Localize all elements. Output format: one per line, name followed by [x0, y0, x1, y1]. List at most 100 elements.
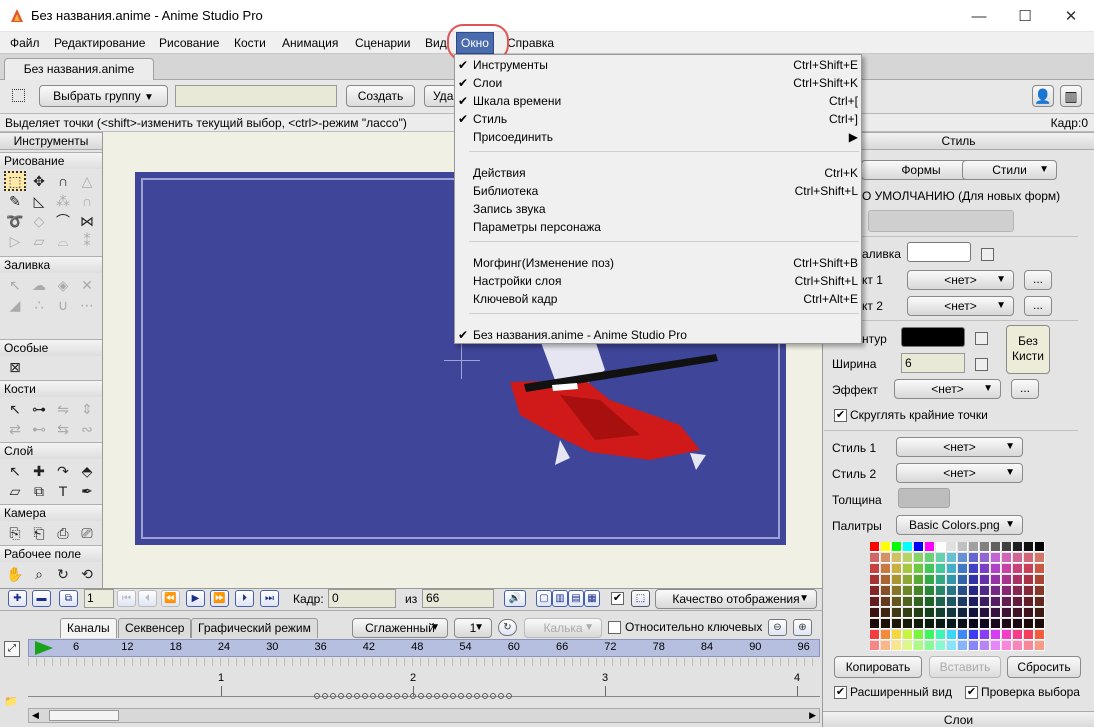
layer-pointer-icon[interactable]: ↖ [4, 461, 26, 481]
sound-icon[interactable]: 🔊 [504, 590, 526, 607]
palette-swatch[interactable] [1024, 564, 1034, 574]
palette-swatch[interactable] [947, 630, 957, 640]
palette-swatch[interactable] [903, 575, 913, 585]
style1-dropdown[interactable]: <нет> ▼ [896, 437, 1023, 457]
step-forward-icon[interactable]: ⏵ [235, 590, 254, 607]
palette-swatch[interactable] [1035, 641, 1045, 651]
palette-swatch[interactable] [980, 586, 990, 596]
palette-swatch[interactable] [881, 586, 891, 596]
palette-swatch[interactable] [1024, 553, 1034, 563]
palette-swatch[interactable] [881, 608, 891, 618]
extended-view-checkbox[interactable]: ✔ [834, 686, 847, 699]
palette-swatch[interactable] [892, 553, 902, 563]
palette-swatch[interactable] [991, 564, 1001, 574]
interval-dropdown[interactable]: 1 ▼ [454, 618, 492, 638]
palette-swatch[interactable] [947, 553, 957, 563]
relative-keys-checkbox[interactable] [608, 621, 621, 634]
outline-checkbox[interactable] [975, 332, 988, 345]
palette-swatch[interactable] [903, 641, 913, 651]
bone-strength-icon[interactable]: ⇕ [76, 399, 98, 419]
palette-swatch[interactable] [914, 630, 924, 640]
stroke-exposure-icon[interactable]: ∪ [52, 295, 74, 315]
palette-swatch[interactable] [936, 553, 946, 563]
palette-swatch[interactable] [914, 608, 924, 618]
current-frame-field[interactable]: 1 [84, 589, 114, 608]
hide-edge-tool-icon[interactable]: ∴ [28, 295, 50, 315]
palette-swatch[interactable] [925, 564, 935, 574]
palette-swatch[interactable] [991, 641, 1001, 651]
manipulate-bones-icon[interactable]: ⇄ [4, 419, 26, 439]
pen-icon[interactable]: ✎ [4, 191, 26, 211]
palette-swatch[interactable] [925, 586, 935, 596]
create-button[interactable]: Создать [346, 85, 415, 107]
palette-swatch[interactable] [958, 641, 968, 651]
width-field[interactable]: 6 [901, 353, 965, 373]
tab-sequencer[interactable]: Секвенсер [118, 618, 192, 638]
quad-view-icon[interactable]: ▦ [584, 590, 600, 607]
roll-camera-icon[interactable]: ⎙ [52, 523, 74, 543]
palette-swatch[interactable] [1035, 630, 1045, 640]
translate-points-icon[interactable]: ✥ [28, 171, 50, 191]
onion-skin-dropdown[interactable]: Калька ▼ [524, 618, 602, 638]
library-icon[interactable]: ▥ [1060, 85, 1082, 107]
palette-swatch[interactable] [892, 575, 902, 585]
reparent-bone-icon[interactable]: ⇋ [52, 399, 74, 419]
palette-swatch[interactable] [925, 608, 935, 618]
palette-swatch[interactable] [980, 597, 990, 607]
fill-effect2-dropdown[interactable]: <нет> ▼ [907, 296, 1014, 316]
cycle-icon[interactable]: ↻ [498, 619, 517, 636]
palette-swatch[interactable] [969, 597, 979, 607]
window-menu-item[interactable]: ✔ Стиль Ctrl+] [455, 110, 861, 128]
palette-swatch[interactable] [892, 608, 902, 618]
next-key-icon[interactable]: ⏩ [210, 590, 229, 607]
palette-swatch[interactable] [1013, 575, 1023, 585]
palette-swatch[interactable] [980, 553, 990, 563]
palette-swatch[interactable] [958, 597, 968, 607]
palette-swatch[interactable] [925, 575, 935, 585]
select-group-button[interactable]: Выбрать группу ▼ [39, 85, 168, 107]
palette-swatch[interactable] [870, 608, 880, 618]
bind-points-icon[interactable]: ⇆ [52, 419, 74, 439]
palette-swatch[interactable] [881, 564, 891, 574]
palette-swatch[interactable] [936, 597, 946, 607]
remove-layer-icon[interactable]: ▬ [32, 590, 51, 607]
palette-swatch[interactable] [892, 586, 902, 596]
delete-button[interactable]: Уда [424, 85, 456, 107]
fill-effect1-options-button[interactable]: ... [1024, 270, 1052, 290]
palette-swatch[interactable] [870, 553, 880, 563]
palette-swatch[interactable] [1024, 619, 1034, 629]
duplicate-layer-icon[interactable]: ⧉ [59, 590, 78, 607]
palette-swatch[interactable] [1024, 597, 1034, 607]
palette-swatch[interactable] [881, 542, 891, 552]
palette-swatch[interactable] [881, 630, 891, 640]
zoom-icon[interactable]: ⌕ [28, 564, 50, 584]
palette-swatch[interactable] [936, 608, 946, 618]
split-view-icon[interactable]: ▥ [552, 590, 568, 607]
select-bone-icon[interactable]: ↖ [4, 399, 26, 419]
palette-swatch[interactable] [1002, 575, 1012, 585]
palette-swatch[interactable] [881, 575, 891, 585]
palette-swatch[interactable] [1035, 597, 1045, 607]
palette-swatch[interactable] [870, 597, 880, 607]
palette-swatch[interactable] [1013, 608, 1023, 618]
palette-swatch[interactable] [980, 641, 990, 651]
style2-dropdown[interactable]: <нет> ▼ [896, 463, 1023, 483]
window-menu-item[interactable]: Настройки слоя Ctrl+Shift+L [455, 272, 861, 290]
menu-bones[interactable]: Кости [230, 32, 270, 54]
close-button[interactable]: ✕ [1048, 0, 1094, 32]
shape-icon[interactable]: ◺ [28, 191, 50, 211]
palette-dropdown[interactable]: Basic Colors.png ▼ [896, 515, 1023, 535]
palette-swatch[interactable] [980, 630, 990, 640]
outline-color-swatch[interactable] [901, 327, 965, 347]
palette-swatch[interactable] [947, 597, 957, 607]
check-selection-checkbox[interactable]: ✔ [965, 686, 978, 699]
window-menu-item[interactable]: Запись звука [455, 200, 861, 218]
palette-swatch[interactable] [1035, 619, 1045, 629]
rotate-workspace-icon[interactable]: ↻ [52, 564, 74, 584]
frame-field[interactable]: 0 [328, 589, 396, 608]
palette-swatch[interactable] [969, 542, 979, 552]
palette-swatch[interactable] [870, 575, 880, 585]
palette-swatch[interactable] [969, 641, 979, 651]
zoom-camera-icon[interactable]: ⎗ [28, 523, 50, 543]
palette-swatch[interactable] [936, 641, 946, 651]
